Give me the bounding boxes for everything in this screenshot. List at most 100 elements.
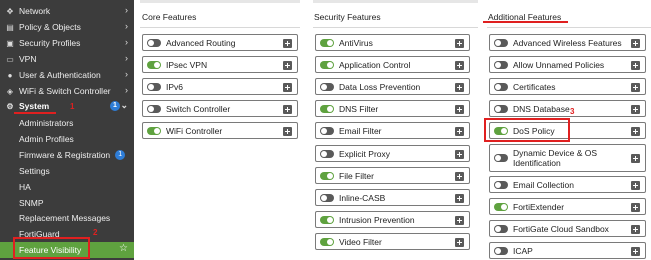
feature-label: Advanced Routing xyxy=(166,37,236,48)
feature-wifi-controller[interactable]: WiFi Controller xyxy=(142,122,298,139)
toggle-switch[interactable] xyxy=(147,104,161,113)
feature-label: ICAP xyxy=(513,245,533,256)
toggle-switch[interactable] xyxy=(494,60,508,69)
divider xyxy=(487,27,651,28)
plus-icon[interactable] xyxy=(455,104,464,114)
feature-dynamic-device-os[interactable]: Dynamic Device & OS Identification xyxy=(489,144,646,172)
plus-icon[interactable] xyxy=(631,202,640,212)
plus-icon[interactable] xyxy=(455,82,464,92)
plus-icon[interactable] xyxy=(283,104,292,114)
toggle-switch[interactable] xyxy=(494,224,508,233)
plus-icon[interactable] xyxy=(631,38,640,48)
toggle-switch[interactable] xyxy=(494,38,508,47)
feature-dns-database[interactable]: DNS Database xyxy=(489,100,646,117)
nav-policy-objects[interactable]: ▤ Policy & Objects › xyxy=(0,19,134,35)
toggle-switch[interactable] xyxy=(320,171,334,180)
plus-icon[interactable] xyxy=(455,149,464,159)
toggle-switch[interactable] xyxy=(147,38,161,47)
plus-icon[interactable] xyxy=(631,126,640,136)
feature-antivirus[interactable]: AntiVirus xyxy=(315,34,470,51)
toggle-switch[interactable] xyxy=(147,60,161,69)
feature-icap[interactable]: ICAP xyxy=(489,242,646,259)
nav-ha[interactable]: HA xyxy=(0,179,134,195)
feature-fortigate-cloud-sandbox[interactable]: FortiGate Cloud Sandbox xyxy=(489,220,646,237)
column-title-core: Core Features xyxy=(142,12,197,22)
feature-email-collection[interactable]: Email Collection xyxy=(489,176,646,193)
toggle-switch[interactable] xyxy=(320,82,334,91)
toggle-switch[interactable] xyxy=(494,246,508,255)
feature-ipv6[interactable]: IPv6 xyxy=(142,78,298,95)
nav-network[interactable]: ✥ Network › xyxy=(0,3,134,19)
feature-fortiextender[interactable]: FortiExtender xyxy=(489,198,646,215)
feature-label: Data Loss Prevention xyxy=(339,81,421,92)
plus-icon[interactable] xyxy=(455,38,464,48)
nav-administrators[interactable]: Administrators xyxy=(0,115,134,131)
plus-icon[interactable] xyxy=(283,82,292,92)
plus-icon[interactable] xyxy=(455,237,464,247)
nav-snmp[interactable]: SNMP xyxy=(0,195,134,211)
nav-user-authentication[interactable]: ● User & Authentication › xyxy=(0,67,134,83)
nav-label: System xyxy=(19,101,50,111)
plus-icon[interactable] xyxy=(631,180,640,190)
toggle-switch[interactable] xyxy=(494,154,508,162)
feature-explicit-proxy[interactable]: Explicit Proxy xyxy=(315,145,470,162)
feature-allow-unnamed-policies[interactable]: Allow Unnamed Policies xyxy=(489,56,646,73)
feature-switch-controller[interactable]: Switch Controller xyxy=(142,100,298,117)
feature-data-loss-prevention[interactable]: Data Loss Prevention xyxy=(315,78,470,95)
column-title-security: Security Features xyxy=(314,12,381,22)
feature-intrusion-prevention[interactable]: Intrusion Prevention xyxy=(315,211,470,228)
toggle-switch[interactable] xyxy=(320,60,334,69)
nav-firmware-registration[interactable]: Firmware & Registration 1 xyxy=(0,147,134,163)
feature-ipsec-vpn[interactable]: IPsec VPN xyxy=(142,56,298,73)
star-icon[interactable]: ☆ xyxy=(119,243,128,254)
toggle-switch[interactable] xyxy=(320,38,334,47)
plus-icon[interactable] xyxy=(455,60,464,70)
feature-advanced-wireless[interactable]: Advanced Wireless Features xyxy=(489,34,646,51)
toggle-switch[interactable] xyxy=(147,82,161,91)
nav-wifi-switch-controller[interactable]: ◈ WiFi & Switch Controller › xyxy=(0,83,134,99)
plus-icon[interactable] xyxy=(455,171,464,181)
feature-dns-filter[interactable]: DNS Filter xyxy=(315,100,470,117)
plus-icon[interactable] xyxy=(283,126,292,136)
plus-icon[interactable] xyxy=(455,126,464,136)
plus-icon[interactable] xyxy=(455,215,464,225)
plus-icon[interactable] xyxy=(631,154,640,163)
feature-video-filter[interactable]: Video Filter xyxy=(315,233,470,250)
plus-icon[interactable] xyxy=(631,104,640,114)
toggle-switch[interactable] xyxy=(320,237,334,246)
feature-label: Allow Unnamed Policies xyxy=(513,59,605,70)
toggle-switch[interactable] xyxy=(320,215,334,224)
plus-icon[interactable] xyxy=(283,60,292,70)
toggle-switch[interactable] xyxy=(147,126,161,135)
toggle-switch[interactable] xyxy=(320,193,334,202)
toggle-switch[interactable] xyxy=(494,202,508,211)
plus-icon[interactable] xyxy=(631,246,640,256)
feature-email-filter[interactable]: Email Filter xyxy=(315,122,470,139)
nav-security-profiles[interactable]: ▣ Security Profiles › xyxy=(0,35,134,51)
feature-inline-casb[interactable]: Inline-CASB xyxy=(315,189,470,206)
nav-settings[interactable]: Settings xyxy=(0,163,134,179)
toggle-switch[interactable] xyxy=(320,126,334,135)
feature-file-filter[interactable]: File Filter xyxy=(315,167,470,184)
toggle-switch[interactable] xyxy=(494,180,508,189)
plus-icon[interactable] xyxy=(631,224,640,234)
feature-advanced-routing[interactable]: Advanced Routing xyxy=(142,34,298,51)
plus-icon[interactable] xyxy=(455,193,464,203)
toggle-switch[interactable] xyxy=(320,149,334,158)
feature-label: FortiExtender xyxy=(513,201,565,212)
feature-label: Video Filter xyxy=(339,236,382,247)
toggle-switch[interactable] xyxy=(494,82,508,91)
top-strip xyxy=(313,0,478,3)
plus-icon[interactable] xyxy=(631,82,640,92)
toggle-switch[interactable] xyxy=(320,104,334,113)
feature-label: Email Filter xyxy=(339,125,382,136)
toggle-switch[interactable] xyxy=(494,104,508,113)
feature-certificates[interactable]: Certificates xyxy=(489,78,646,95)
nav-admin-profiles[interactable]: Admin Profiles xyxy=(0,131,134,147)
nav-replacement-messages[interactable]: Replacement Messages xyxy=(0,210,134,226)
nav-label: Settings xyxy=(19,166,50,176)
plus-icon[interactable] xyxy=(631,60,640,70)
nav-vpn[interactable]: ▭ VPN › xyxy=(0,51,134,67)
feature-application-control[interactable]: Application Control xyxy=(315,56,470,73)
plus-icon[interactable] xyxy=(283,38,292,48)
